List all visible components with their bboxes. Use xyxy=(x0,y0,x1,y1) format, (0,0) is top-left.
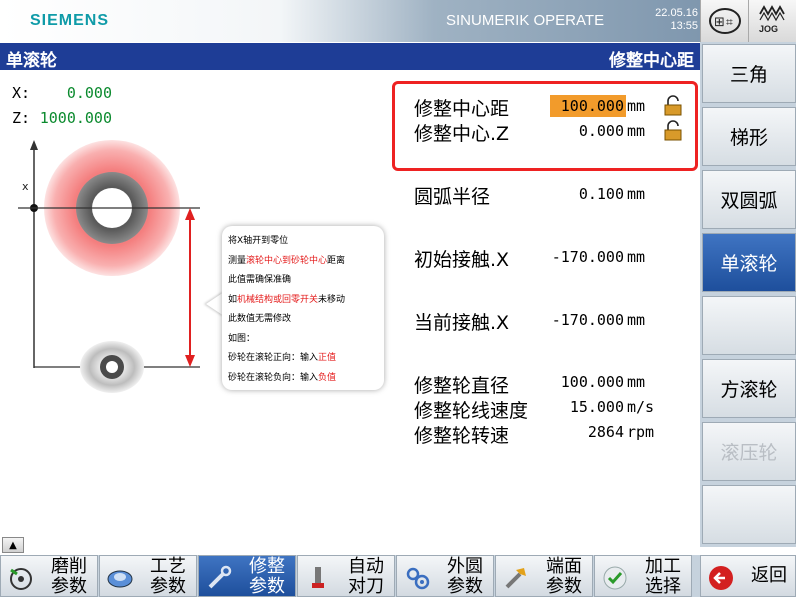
softkey-face-params[interactable]: 端面 参数 xyxy=(495,555,593,597)
current-contact-input[interactable]: -170.000 xyxy=(550,309,626,331)
tooltip-line: 如机械结构或回零开关未移动 xyxy=(228,294,346,305)
jog-wave-icon xyxy=(759,5,785,22)
center-z-input[interactable]: 0.000 xyxy=(550,120,626,142)
touch-probe-icon xyxy=(312,567,324,588)
center-distance-unit: mm xyxy=(627,97,646,115)
line-speed-unit: m/s xyxy=(627,398,655,416)
arc-radius-input[interactable]: 0.100 xyxy=(550,183,626,205)
main-panel: X: 0.000 Z: 1000.000 x 将X轴开到零位 测量滚轮中心到砂轮… xyxy=(0,70,700,537)
softkey-dressing-params[interactable]: 修整 参数 xyxy=(198,555,296,597)
brand-logo: SIEMENS xyxy=(30,12,110,29)
horizontal-softkey-bar: 磨削 参数 工艺 参数 修整 参数 自动 对刀 外圆 参数 端面 参数 加工 选… xyxy=(0,555,796,597)
axis-z-value: 1000.000 xyxy=(39,109,112,127)
vertical-softkey-bar: 三角 梯形 双圆弧 单滚轮 方滚轮 滚压轮 xyxy=(700,42,796,547)
tooltip-line: 测量滚轮中心到砂轮中心距离 xyxy=(228,255,346,266)
softkey-double-arc[interactable]: 双圆弧 xyxy=(702,170,796,229)
header-bar: SIEMENS SINUMERIK OPERATE 22.05.16 13:55 xyxy=(0,0,700,42)
jog-mode-button[interactable]: JOG xyxy=(748,0,796,42)
jog-label: JOG xyxy=(759,24,779,34)
initial-contact-unit: mm xyxy=(627,248,646,266)
center-distance-input[interactable]: 100.000 xyxy=(550,95,626,117)
expand-up-button[interactable]: ▲ xyxy=(2,537,24,553)
product-name: SINUMERIK OPERATE xyxy=(446,12,605,29)
softkey-single-roller[interactable]: 单滚轮 xyxy=(702,233,796,292)
tooltip-line: 砂轮在滚轮负向：输入负值 xyxy=(228,372,337,383)
help-tooltip: 将X轴开到零位 测量滚轮中心到砂轮中心距离 此值需确保准确 如机械结构或回零开关… xyxy=(222,226,384,390)
process-icon xyxy=(107,570,133,588)
softkey-label: 返回 xyxy=(751,565,787,586)
initial-contact-value: -170.000 xyxy=(551,248,624,266)
datetime: 22.05.16 13:55 xyxy=(650,7,698,33)
wheel-diameter-input[interactable]: 100.000 xyxy=(550,371,626,393)
softkey-back[interactable]: 返回 xyxy=(700,555,796,597)
channel-status-icon[interactable]: ⊞ ⌗ xyxy=(700,0,748,42)
tooltip-line: 砂轮在滚轮正向：输入正值 xyxy=(228,353,337,363)
spindle-speed-unit: rpm xyxy=(627,423,655,441)
tooltip-line: 此数值无需修改 xyxy=(228,314,292,324)
lock-icon[interactable] xyxy=(662,95,684,117)
page-subtitle: 修整中心距 xyxy=(609,51,694,71)
axis-x-value: 0.000 xyxy=(66,84,112,102)
arc-radius-label: 圆弧半径 xyxy=(414,186,491,208)
softkey-label: 自动 对刀 xyxy=(348,556,384,597)
tooltip-line: 将X轴开到零位 xyxy=(228,236,289,246)
time-text: 13:55 xyxy=(670,20,698,32)
svg-text:⊞: ⊞ xyxy=(714,15,725,30)
center-distance-label: 修整中心距 xyxy=(414,98,510,120)
center-z-label: 修整中心.Z xyxy=(414,123,510,145)
softkey-label: 端面 参数 xyxy=(546,556,582,597)
softkey-triangle[interactable]: 三角 xyxy=(702,44,796,103)
softkey-process-params[interactable]: 工艺 参数 xyxy=(99,555,197,597)
softkey-label: 外圆 参数 xyxy=(447,556,483,597)
wheel-diameter-label: 修整轮直径 xyxy=(414,375,510,397)
softkey-external-round-params[interactable]: 外圆 参数 xyxy=(396,555,494,597)
grinding-icon xyxy=(10,568,32,590)
page-title: 单滚轮 xyxy=(6,51,57,71)
back-icon xyxy=(709,566,733,590)
date-text: 22.05.16 xyxy=(655,7,698,19)
svg-text:⌗: ⌗ xyxy=(726,15,733,29)
current-contact-unit: mm xyxy=(627,311,646,329)
softkey-label: 加工 选择 xyxy=(645,556,681,597)
softkey-label: 磨削 参数 xyxy=(51,556,87,597)
softkey-trapezoid[interactable]: 梯形 xyxy=(702,107,796,166)
softkey-grinding-params[interactable]: 磨削 参数 xyxy=(0,555,98,597)
softkey-empty-5[interactable] xyxy=(702,296,796,355)
softkey-machining-select[interactable]: 加工 选择 xyxy=(594,555,692,597)
tooltip-line: 此值需确保准确 xyxy=(228,275,292,285)
tooltip-line: 如图： xyxy=(228,333,256,344)
spindle-speed-value: 2864 xyxy=(587,423,624,441)
softkey-rolling-wheel[interactable]: 滚压轮 xyxy=(702,422,796,481)
softkey-label: 修整 参数 xyxy=(249,556,285,597)
dressing-icon xyxy=(208,565,232,589)
arc-radius-unit: mm xyxy=(627,185,646,203)
title-bar: 单滚轮 修整中心距 xyxy=(0,43,700,71)
face-icon xyxy=(505,568,526,589)
softkey-square-roller[interactable]: 方滚轮 xyxy=(702,359,796,418)
external-round-icon xyxy=(406,567,430,590)
center-z-unit: mm xyxy=(627,122,646,140)
lock-icon[interactable] xyxy=(662,120,684,142)
softkey-label: 工艺 参数 xyxy=(150,556,186,597)
svg-text:x: x xyxy=(22,180,29,193)
wheel-diameter-unit: mm xyxy=(627,373,646,391)
initial-contact-label: 初始接触.X xyxy=(414,249,510,271)
dresser-diagram: x xyxy=(18,140,200,393)
chevron-up-icon: ▲ xyxy=(9,539,17,551)
machine-mode-icon: ⊞ ⌗ xyxy=(708,8,741,34)
softkey-empty-8[interactable] xyxy=(702,485,796,544)
line-speed-label: 修整轮线速度 xyxy=(414,400,529,422)
softkey-auto-touch[interactable]: 自动 对刀 xyxy=(297,555,395,597)
current-contact-label: 当前接触.X xyxy=(414,312,510,334)
spindle-speed-label: 修整轮转速 xyxy=(414,425,510,447)
check-icon xyxy=(603,566,627,590)
line-speed-input[interactable]: 15.000 xyxy=(550,396,626,418)
